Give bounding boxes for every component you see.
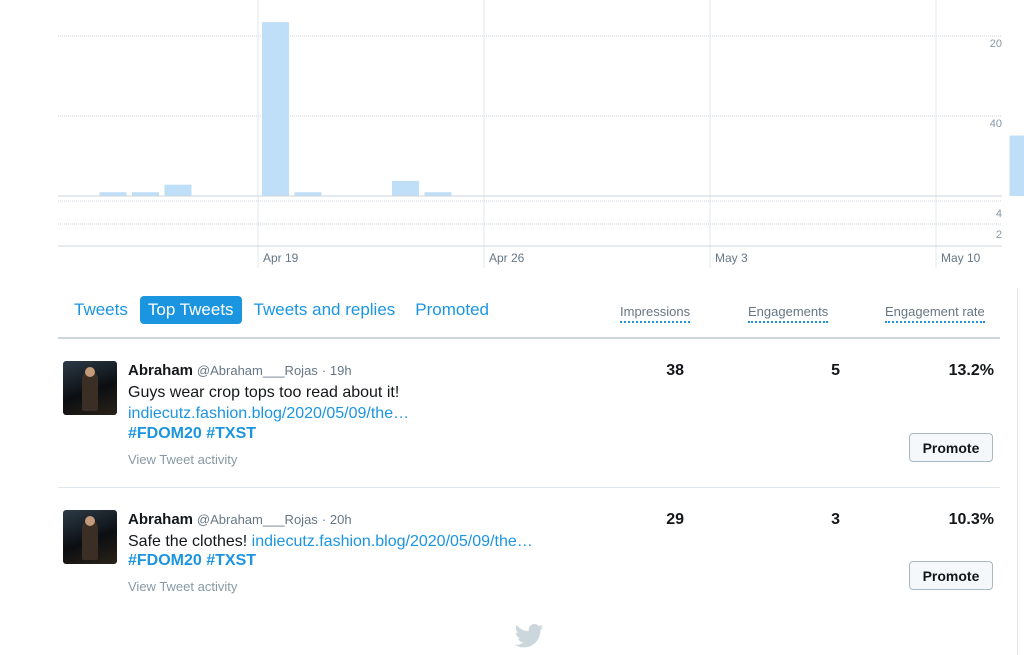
twitter-bird-icon	[514, 624, 544, 648]
tweet-header: Abraham @Abraham___Rojas · 19h	[128, 362, 352, 379]
engagements-value: 3	[831, 511, 840, 528]
engagements-column-header[interactable]: Engagements	[748, 304, 829, 323]
author-name[interactable]: Abraham	[128, 362, 193, 379]
author-handle[interactable]: @Abraham___Rojas	[197, 363, 318, 378]
chart-bar[interactable]	[132, 192, 159, 196]
tab-tweets[interactable]: Tweets	[66, 296, 136, 324]
view-tweet-activity-link[interactable]: View Tweet activity	[128, 452, 237, 467]
engagements-value: 5	[831, 362, 840, 379]
tweet-tabs: Tweets Top Tweets Tweets and replies Pro…	[66, 296, 497, 324]
tweet-row: Abraham @Abraham___Rojas · 20h Safe the …	[58, 488, 1000, 636]
view-tweet-activity-link[interactable]: View Tweet activity	[128, 579, 237, 594]
scrollbar[interactable]	[1017, 288, 1018, 655]
tab-tweets-and-replies[interactable]: Tweets and replies	[246, 296, 404, 324]
impressions-chart: 20 40 2 4 Apr 19 Apr 26 May 3 May 10	[58, 0, 1024, 268]
x-tick-label: Apr 26	[489, 251, 525, 265]
tab-promoted[interactable]: Promoted	[407, 296, 497, 324]
chart-bar[interactable]	[262, 22, 289, 197]
y-tick-label: 40	[990, 118, 1002, 130]
x-tick-label: May 3	[715, 251, 748, 265]
tweet-link[interactable]: indiecutz.fashion.blog/2020/05/09/the…	[128, 403, 409, 424]
engagement-rate-value: 10.3%	[948, 511, 994, 528]
chart-bar[interactable]	[294, 192, 322, 196]
y-tick-label: 4	[996, 208, 1002, 220]
y-tick-label: 20	[990, 38, 1002, 50]
author-handle[interactable]: @Abraham___Rojas	[197, 512, 318, 527]
separator-dot: ·	[321, 512, 327, 527]
tweet-hashtags[interactable]: #FDOM20 #TXST	[128, 552, 256, 570]
chart-bar[interactable]	[424, 192, 452, 196]
avatar[interactable]	[63, 361, 117, 415]
tweet-hashtags[interactable]: #FDOM20 #TXST	[128, 425, 256, 443]
tweet-time[interactable]: 20h	[330, 512, 352, 527]
tab-top-tweets[interactable]: Top Tweets	[139, 296, 242, 324]
impressions-value: 38	[666, 362, 684, 379]
tweet-row: Abraham @Abraham___Rojas · 19h Guys wear…	[58, 339, 1000, 488]
chart-bar[interactable]	[1009, 135, 1024, 196]
tweet-header: Abraham @Abraham___Rojas · 20h	[128, 511, 352, 528]
separator-dot: ·	[321, 363, 327, 378]
impressions-value: 29	[666, 511, 684, 528]
x-tick-label: Apr 19	[263, 251, 299, 265]
engagement-rate-column-header[interactable]: Engagement rate	[885, 304, 985, 323]
engagement-rate-value: 13.2%	[948, 362, 994, 379]
tweet-text-line: Safe the clothes! indiecutz.fashion.blog…	[128, 531, 533, 552]
avatar[interactable]	[63, 510, 117, 564]
promote-button[interactable]: Promote	[909, 433, 993, 462]
chart-bar[interactable]	[164, 184, 192, 196]
tweet-time[interactable]: 19h	[330, 363, 352, 378]
chart-bar[interactable]	[99, 192, 127, 196]
x-tick-label: May 10	[941, 251, 981, 265]
y-tick-label: 2	[996, 229, 1002, 241]
tweet-text: Guys wear crop tops too read about it!	[128, 384, 400, 401]
tweet-link[interactable]: indiecutz.fashion.blog/2020/05/09/the…	[252, 533, 533, 550]
promote-button[interactable]: Promote	[909, 561, 993, 590]
impressions-column-header[interactable]: Impressions	[620, 304, 691, 323]
author-name[interactable]: Abraham	[128, 511, 193, 528]
tweet-text: Safe the clothes!	[128, 533, 248, 550]
chart-bar[interactable]	[392, 180, 419, 196]
